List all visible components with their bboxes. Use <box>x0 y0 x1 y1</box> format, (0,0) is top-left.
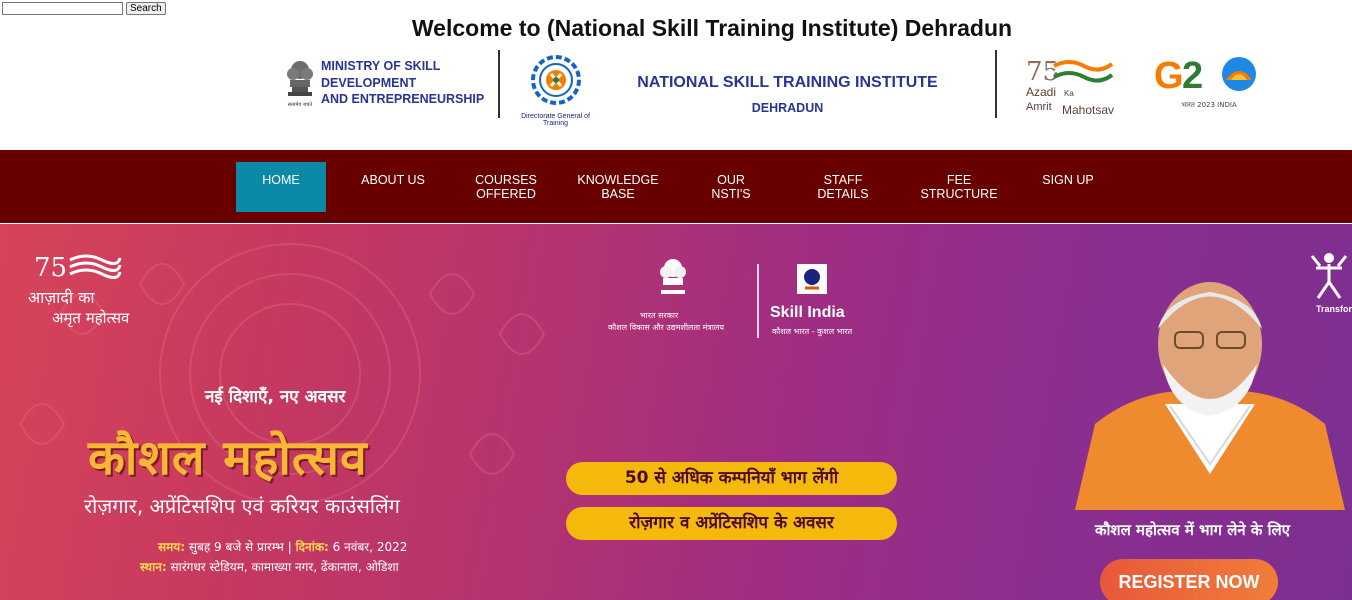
nav-item-label: OUR NSTI'S <box>711 173 751 201</box>
government-logos: भारत सरकार कौशल विकास और उद्यमशीलता मंत्… <box>600 254 870 344</box>
g20-caption: भारत 2023 INDIA <box>1181 101 1237 109</box>
event-venue: स्थान: सारंगधर स्टेडियम, कामाख्या नगर, ढ… <box>140 558 399 575</box>
azadi-hindi-logo: 75 आज़ादी का अमृत महोत्सव <box>28 248 129 327</box>
dgt-gear-icon <box>530 55 581 105</box>
institute-heading: NATIONAL SKILL TRAINING INSTITUTE DEHRAD… <box>620 74 955 115</box>
mahotsav-word: Mahotsav <box>1062 103 1114 116</box>
time-value: सुबह 9 बजे से प्रारम्भ <box>188 540 284 554</box>
cta-caption: कौशल महोत्सव में भाग लेने के लिए <box>1095 521 1290 539</box>
nav-item-knowledge-base[interactable]: KNOWLEDGE BASE <box>573 162 663 212</box>
separator: | <box>287 540 292 554</box>
nav-item-sign-up[interactable]: SIGN UP <box>1028 162 1108 212</box>
ministry-name: MINISTRY OF SKILL DEVELOPMENT AND ENTREP… <box>321 58 484 108</box>
ka-word: Ka <box>1064 89 1074 98</box>
institute-name: NATIONAL SKILL TRAINING INSTITUTE <box>637 74 938 91</box>
national-emblem-icon: सत्यमेव जयते <box>287 61 313 108</box>
header-divider <box>995 50 997 118</box>
event-title: कौशल महोत्सव <box>88 430 368 486</box>
register-now-button[interactable]: REGISTER NOW <box>1100 559 1278 600</box>
ministry-line: AND ENTREPRENEURSHIP <box>321 92 485 106</box>
transform-label: Transfor <box>1316 304 1352 314</box>
nav-item-fee-structure[interactable]: FEE STRUCTURE <box>909 162 1009 212</box>
hero-banner[interactable]: 75 आज़ादी का अमृत महोत्सव भारत सरकार कौश… <box>0 224 1352 600</box>
time-label: समय: <box>158 540 186 554</box>
transform-logo-icon <box>1310 253 1348 299</box>
azadi-hindi-line1: आज़ादी का <box>28 288 95 307</box>
venue-value: सारंगधर स्टेडियम, कामाख्या नगर, ढेंकानाल… <box>170 560 399 574</box>
dgt-logo: Directorate General of Training <box>508 54 603 127</box>
g20-logo: G 2 भारत 2023 INDIA <box>1154 55 1256 109</box>
dgt-label: Directorate General of Training <box>521 113 590 127</box>
gov-divider <box>757 264 759 338</box>
nav-item-our-nstis[interactable]: OUR NSTI'S <box>686 162 776 212</box>
nav-item-label: FEE STRUCTURE <box>920 173 998 201</box>
emblem-caption: सत्यमेव जयते <box>288 101 313 108</box>
companies-pill: 50 से अधिक कम्पनियाँ भाग लेंगी <box>566 462 897 495</box>
header-divider <box>498 50 500 118</box>
opportunities-pill: रोज़गार व अप्रेंटिसशिप के अवसर <box>566 507 897 540</box>
nav-item-home[interactable]: HOME <box>236 162 326 212</box>
azadi-ka-amrit-mahotsav-logo: 75 Azadi Ka Amrit Mahotsav <box>1026 57 1114 116</box>
nav-item-label: STAFF DETAILS <box>817 173 869 201</box>
nav-item-staff-details[interactable]: STAFF DETAILS <box>798 162 888 212</box>
page-title: Welcome to (National Skill Training Inst… <box>411 15 1013 41</box>
date-label: दिनांक: <box>295 540 329 554</box>
nav-item-about-us[interactable]: ABOUT US <box>348 162 438 212</box>
ministry-line: DEVELOPMENT <box>321 75 417 90</box>
event-time-date: समय: सुबह 9 बजे से प्रारम्भ | दिनांक: 6 … <box>158 538 407 555</box>
skill-india-icon <box>797 264 827 294</box>
nav-item-label: COURSES OFFERED <box>475 173 537 201</box>
venue-label: स्थान: <box>140 560 167 574</box>
azadi-75-icon: 75 <box>34 253 122 283</box>
gov-line2: कौशल विकास और उद्यमशीलता मंत्रालय <box>608 323 724 332</box>
skill-india-text: Skill India <box>770 304 845 321</box>
main-nav: HOME ABOUT US COURSES OFFERED KNOWLEDGE BA… <box>0 150 1352 223</box>
banner-tagline: नई दिशाएँ, नए अवसर <box>205 387 346 407</box>
azadi-hindi-line2: अमृत महोत्सव <box>52 309 130 327</box>
svg-text:2: 2 <box>1182 55 1203 97</box>
pm-portrait-image <box>1075 282 1345 510</box>
nav-item-courses-offered[interactable]: COURSES OFFERED <box>462 162 550 212</box>
svg-text:G: G <box>1154 55 1184 97</box>
nav-item-label: KNOWLEDGE BASE <box>577 173 659 201</box>
skill-india-tag: कौशल भारत - कुशल भारत <box>772 327 853 336</box>
site-header: Welcome to (National Skill Training Inst… <box>0 0 1352 150</box>
gov-line1: भारत सरकार <box>640 311 679 320</box>
emblem-icon <box>660 259 686 294</box>
institute-city: DEHRADUN <box>751 101 824 115</box>
event-subtitle: रोज़गार, अप्रेंटिसशिप एवं करियर काउंसलिं… <box>84 494 400 518</box>
logo-strip: सत्यमेव जयते MINISTRY OF SKILL DEVELOPME… <box>280 48 1280 127</box>
ministry-line: MINISTRY OF SKILL <box>321 59 441 73</box>
azadi-word: Azadi <box>1026 85 1056 99</box>
svg-text:75: 75 <box>34 253 67 283</box>
date-value: 6 नवंबर, 2022 <box>332 540 408 554</box>
amrit-word: Amrit <box>1026 101 1052 113</box>
